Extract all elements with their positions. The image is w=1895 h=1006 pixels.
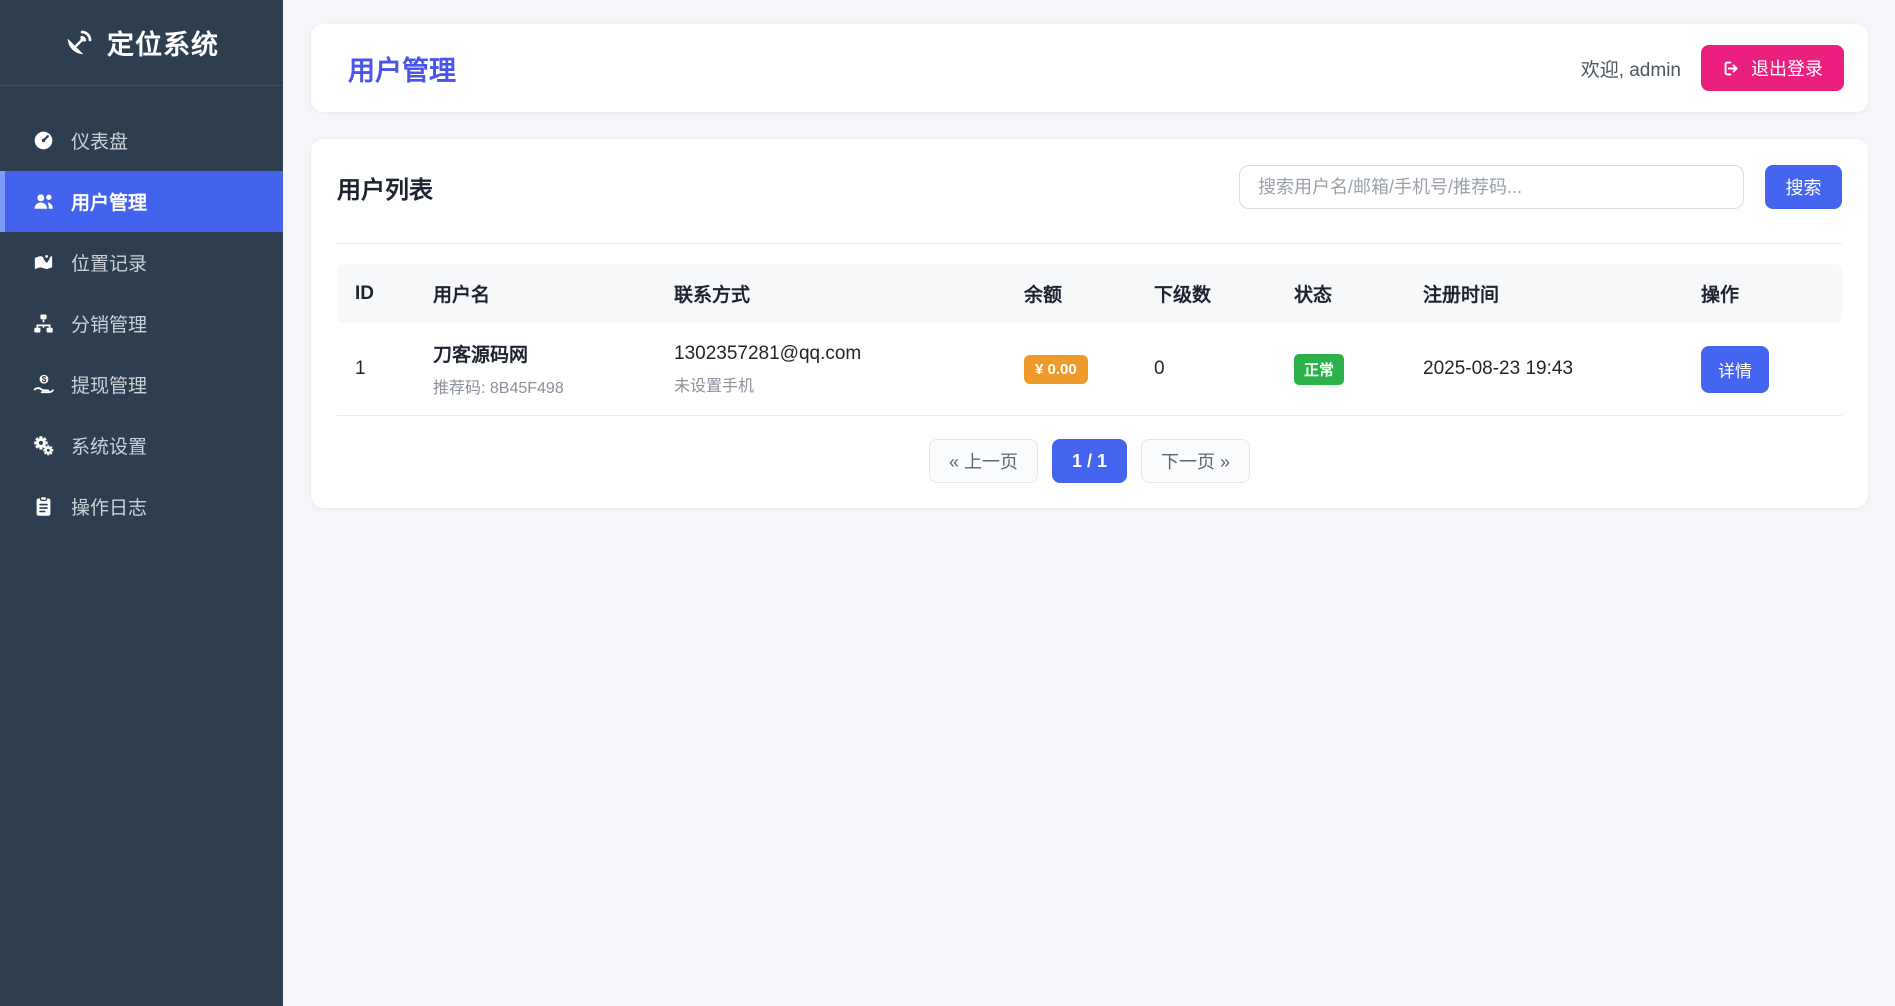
cell-subordinates: 0 xyxy=(1142,323,1282,416)
cell-balance: ¥ 0.00 xyxy=(1012,323,1142,416)
sidebar-item-label: 位置记录 xyxy=(71,249,147,276)
sidebar-item-settings[interactable]: 系统设置 xyxy=(0,415,283,476)
cell-actions: 详情 xyxy=(1689,323,1842,416)
cell-id: 1 xyxy=(337,323,421,416)
cell-status: 正常 xyxy=(1282,323,1411,416)
sidebar-item-label: 仪表盘 xyxy=(71,127,128,154)
col-id: ID xyxy=(337,264,421,323)
user-table: ID 用户名 联系方式 余额 下级数 状态 注册时间 操作 1 刀客源码网 推荐… xyxy=(337,264,1842,416)
sidebar-item-dashboard[interactable]: 仪表盘 xyxy=(0,110,283,171)
app-title: 定位系统 xyxy=(107,23,219,62)
sidebar-item-user-management[interactable]: 用户管理 xyxy=(0,171,283,232)
username-text: 刀客源码网 xyxy=(433,340,650,367)
table-row: 1 刀客源码网 推荐码: 8B45F498 1302357281@qq.com … xyxy=(337,323,1842,416)
sidebar-item-label: 操作日志 xyxy=(71,493,147,520)
col-status: 状态 xyxy=(1282,264,1411,323)
search-area: 搜索 xyxy=(1239,165,1842,209)
table-header: ID 用户名 联系方式 余额 下级数 状态 注册时间 操作 xyxy=(337,264,1842,323)
svg-text:$: $ xyxy=(42,375,47,384)
current-page-indicator[interactable]: 1 / 1 xyxy=(1052,439,1127,483)
prev-page-button[interactable]: « 上一页 xyxy=(929,439,1038,483)
col-subordinates: 下级数 xyxy=(1142,264,1282,323)
satellite-dish-icon xyxy=(64,28,94,58)
user-list-card: 用户列表 搜索 ID 用户名 联系方式 余额 下级数 状态 注册时间 xyxy=(311,139,1868,508)
dashboard-gauge-icon xyxy=(32,129,55,152)
welcome-text: 欢迎, admin xyxy=(1581,55,1681,82)
search-button[interactable]: 搜索 xyxy=(1765,165,1842,209)
sitemap-icon xyxy=(32,312,55,335)
main-content: 用户管理 欢迎, admin 退出登录 用户列表 搜索 xyxy=(283,0,1895,1006)
sidebar-item-location-records[interactable]: 位置记录 xyxy=(0,232,283,293)
cell-registered: 2025-08-23 19:43 xyxy=(1411,323,1689,416)
pagination: « 上一页 1 / 1 下一页 » xyxy=(337,439,1842,483)
hand-holding-dollar-icon: $ xyxy=(32,373,55,396)
status-badge: 正常 xyxy=(1294,354,1344,385)
col-username: 用户名 xyxy=(421,264,662,323)
col-contact: 联系方式 xyxy=(662,264,1012,323)
sidebar-item-label: 系统设置 xyxy=(71,432,147,459)
sidebar-menu: 仪表盘 用户管理 位置记录 xyxy=(0,86,283,537)
email-text: 1302357281@qq.com xyxy=(674,343,1000,365)
col-registered: 注册时间 xyxy=(1411,264,1689,323)
logout-button[interactable]: 退出登录 xyxy=(1701,45,1844,91)
sidebar-item-label: 用户管理 xyxy=(71,188,147,215)
sidebar-item-withdrawals[interactable]: $ 提现管理 xyxy=(0,354,283,415)
sidebar-item-label: 分销管理 xyxy=(71,310,147,337)
users-icon xyxy=(32,190,55,213)
sidebar-item-label: 提现管理 xyxy=(71,371,147,398)
top-header: 用户管理 欢迎, admin 退出登录 xyxy=(311,24,1868,112)
next-page-button[interactable]: 下一页 » xyxy=(1141,439,1250,483)
list-title: 用户列表 xyxy=(337,170,433,205)
col-actions: 操作 xyxy=(1689,264,1842,323)
search-input[interactable] xyxy=(1239,165,1744,209)
header-right: 欢迎, admin 退出登录 xyxy=(1581,45,1844,91)
balance-badge: ¥ 0.00 xyxy=(1024,355,1088,384)
cell-contact: 1302357281@qq.com 未设置手机 xyxy=(662,323,1012,416)
app-logo: 定位系统 xyxy=(0,0,283,86)
list-toolbar: 用户列表 搜索 xyxy=(337,165,1842,244)
page-title: 用户管理 xyxy=(348,49,456,88)
map-marker-icon xyxy=(32,251,55,274)
phone-text: 未设置手机 xyxy=(674,372,1000,396)
clipboard-list-icon xyxy=(32,495,55,518)
sidebar-item-operation-logs[interactable]: 操作日志 xyxy=(0,476,283,537)
referral-code-text: 推荐码: 8B45F498 xyxy=(433,374,650,398)
gears-icon xyxy=(32,434,55,457)
sign-out-icon xyxy=(1722,59,1741,78)
sidebar: 定位系统 仪表盘 用户管理 xyxy=(0,0,283,1006)
cell-username: 刀客源码网 推荐码: 8B45F498 xyxy=(421,323,662,416)
sidebar-item-distribution[interactable]: 分销管理 xyxy=(0,293,283,354)
logout-button-label: 退出登录 xyxy=(1751,55,1823,81)
col-balance: 余额 xyxy=(1012,264,1142,323)
detail-button[interactable]: 详情 xyxy=(1701,346,1769,393)
